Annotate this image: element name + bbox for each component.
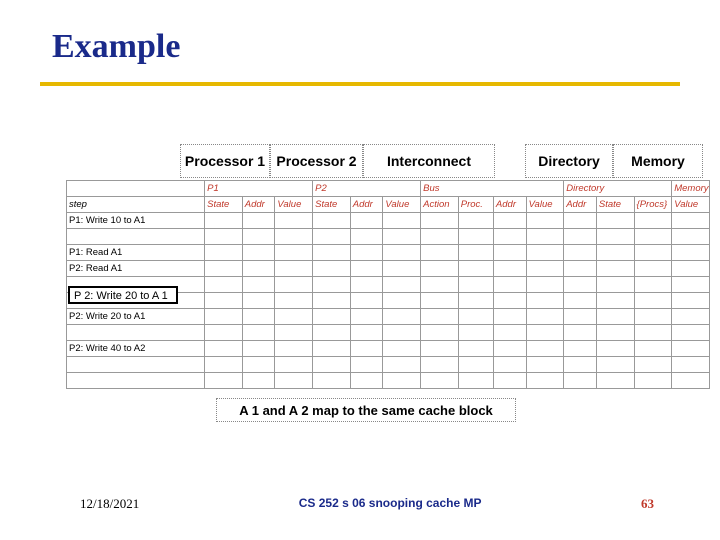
footer-course: CS 252 s 06 snooping cache MP	[299, 496, 482, 512]
table-row	[67, 357, 710, 373]
column-header-row: step StateAddrValue StateAddrValue Actio…	[67, 197, 710, 213]
page-title: Example	[52, 28, 180, 66]
section-p1: Processor 1	[180, 144, 270, 178]
table-row	[67, 373, 710, 389]
hdr-step: step	[67, 197, 205, 213]
section-p2: Processor 2	[270, 144, 363, 178]
hdr-p2: P2	[313, 181, 421, 197]
hdr-bus: Bus	[421, 181, 564, 197]
section-memory: Memory	[613, 144, 703, 178]
section-directory: Directory	[525, 144, 613, 178]
section-headers: Processor 1 Processor 2 Interconnect Dir…	[180, 144, 708, 178]
slide-footer: 12/18/2021 CS 252 s 06 snooping cache MP…	[0, 496, 720, 512]
section-gap	[495, 144, 525, 178]
highlighted-step-box: P 2: Write 20 to A 1	[68, 286, 178, 304]
table-row: P2: Write 40 to A2	[67, 341, 710, 357]
trace-table: P1 P2 Bus Directory Memory step StateAdd…	[66, 180, 710, 389]
hdr-dir: Directory	[564, 181, 672, 197]
table-row: P2: Write 20 to A1	[67, 309, 710, 325]
section-interconnect: Interconnect	[363, 144, 495, 178]
hdr-p1: P1	[205, 181, 313, 197]
table-row	[67, 229, 710, 245]
footer-date: 12/18/2021	[80, 496, 139, 512]
table-row: P1: Read A1	[67, 245, 710, 261]
footer-page: 63	[641, 496, 654, 512]
table-row	[67, 325, 710, 341]
title-rule	[40, 82, 680, 86]
group-header-row: P1 P2 Bus Directory Memory	[67, 181, 710, 197]
hdr-mem: Memory	[672, 181, 710, 197]
caption-box: A 1 and A 2 map to the same cache block	[216, 398, 516, 422]
table-row: P1: Write 10 to A1	[67, 213, 710, 229]
table-row: P2: Read A1	[67, 261, 710, 277]
